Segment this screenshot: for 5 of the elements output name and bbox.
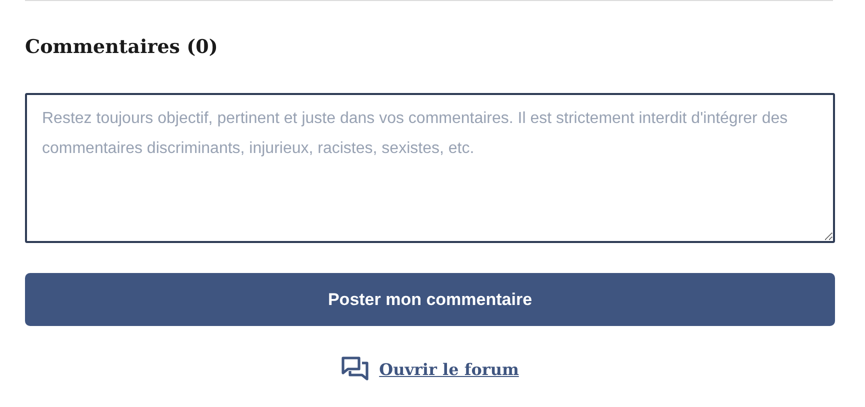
post-comment-button[interactable]: Poster mon commentaire: [25, 273, 835, 326]
comment-field[interactable]: Restez toujours objectif, pertinent et juste dans vos commentaires. Il est strictement interdit d'intégrer des commentaires discriminants, injurieux, racistes, sexistes, etc.: [25, 93, 835, 243]
chat-bubbles-icon: [341, 356, 370, 382]
forum-link[interactable]: Ouvrir le forum: [379, 360, 519, 378]
section-heading: Commentaires (0): [25, 35, 219, 60]
